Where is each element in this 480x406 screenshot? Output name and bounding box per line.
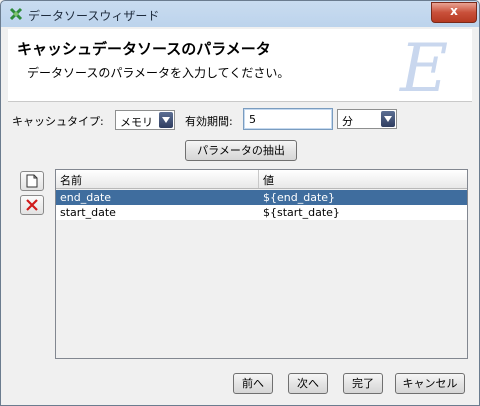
cache-type-value: メモリ bbox=[120, 116, 153, 129]
close-icon: x bbox=[450, 4, 458, 18]
validity-period-field[interactable] bbox=[243, 108, 333, 130]
close-button[interactable]: x bbox=[431, 2, 477, 23]
cancel-button[interactable]: キャンセル bbox=[395, 373, 465, 394]
cache-type-select[interactable]: メモリ bbox=[115, 110, 175, 130]
delete-parameter-button[interactable] bbox=[20, 195, 44, 215]
wizard-logo: E bbox=[399, 31, 448, 101]
next-button[interactable]: 次へ bbox=[288, 373, 328, 394]
delete-x-icon bbox=[26, 199, 38, 211]
wizard-header: キャッシュデータソースのパラメータ データソースのパラメータを入力してください。… bbox=[8, 29, 472, 102]
period-unit-value: 分 bbox=[342, 115, 353, 128]
validity-period-label: 有効期間: bbox=[185, 115, 233, 128]
wizard-window: データソースウィザード x キャッシュデータソースのパラメータ データソースのパ… bbox=[0, 0, 480, 406]
period-unit-select[interactable]: 分 bbox=[337, 109, 397, 129]
column-header-value[interactable]: 値 bbox=[263, 172, 274, 188]
extract-parameters-button[interactable]: パラメータの抽出 bbox=[185, 140, 297, 161]
page-title: キャッシュデータソースのパラメータ bbox=[17, 40, 271, 58]
row-name-cell: end_date bbox=[60, 191, 112, 204]
window-title: データソースウィザード bbox=[28, 9, 160, 23]
row-value-cell: ${start_date} bbox=[263, 206, 340, 219]
column-divider bbox=[258, 170, 259, 188]
chevron-down-icon[interactable] bbox=[381, 111, 395, 127]
row-name-cell: start_date bbox=[60, 206, 116, 219]
table-row[interactable]: end_date ${end_date} bbox=[56, 190, 467, 205]
finish-button[interactable]: 完了 bbox=[343, 373, 383, 394]
add-parameter-button[interactable] bbox=[20, 171, 44, 191]
new-document-icon bbox=[26, 174, 38, 188]
logo-letter: E bbox=[399, 31, 448, 101]
title-bar[interactable]: データソースウィザード x bbox=[1, 1, 479, 28]
chevron-down-icon[interactable] bbox=[159, 112, 173, 128]
row-value-cell: ${end_date} bbox=[263, 191, 336, 204]
validity-period-input[interactable] bbox=[249, 110, 329, 128]
table-row[interactable]: start_date ${start_date} bbox=[56, 205, 467, 220]
parameter-table[interactable]: 名前 値 end_date ${end_date} start_date ${s… bbox=[55, 169, 468, 359]
back-button[interactable]: 前へ bbox=[233, 373, 273, 394]
app-icon bbox=[9, 7, 23, 21]
dialog-client: キャッシュデータソースのパラメータ データソースのパラメータを入力してください。… bbox=[8, 29, 472, 399]
column-header-name[interactable]: 名前 bbox=[60, 172, 82, 188]
page-description: データソースのパラメータを入力してください。 bbox=[27, 66, 290, 80]
table-header: 名前 値 bbox=[56, 170, 467, 189]
cache-type-label: キャッシュタイプ: bbox=[12, 115, 104, 128]
